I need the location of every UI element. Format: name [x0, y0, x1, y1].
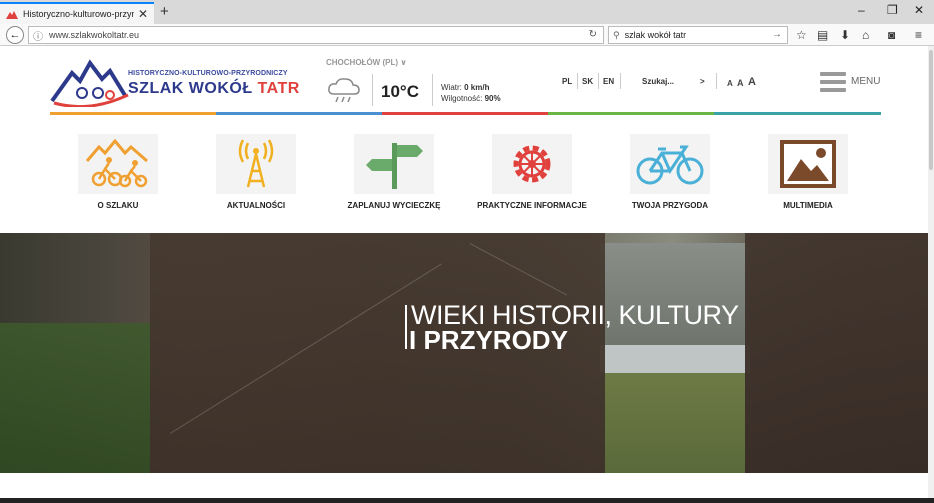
- restore-button[interactable]: ❐: [887, 3, 898, 17]
- reading-list-icon[interactable]: ▤: [817, 28, 828, 42]
- category-zaplanuj-wycieczke[interactable]: ZAPLANUJ WYCIECZKĘ: [348, 134, 440, 210]
- font-size-large-button[interactable]: A: [748, 76, 756, 88]
- category-label: MULTIMEDIA: [783, 201, 833, 210]
- hero-accent-bar: [405, 305, 407, 349]
- search-icon: ⚲: [613, 29, 620, 40]
- pocket-icon[interactable]: ◙: [888, 28, 895, 42]
- window-bottom-edge: [0, 498, 934, 503]
- font-size-medium-button[interactable]: A: [737, 78, 744, 88]
- humidity-info: Wilgotność: 90%: [441, 94, 501, 103]
- navigation-bar: ← ⓘ www.szlakwokoltatr.eu ↻ ⚲ szlak wokó…: [0, 24, 934, 46]
- logo-subtitle: HISTORYCZNO-KULTUROWO-PRZYRODNICZY: [128, 70, 288, 77]
- category-label: ZAPLANUJ WYCIECZKĘ: [347, 201, 441, 210]
- new-tab-button[interactable]: +: [160, 3, 169, 20]
- lang-en[interactable]: EN: [603, 77, 614, 86]
- site-search-button[interactable]: >: [700, 77, 705, 86]
- site-menu-button[interactable]: MENU: [851, 76, 880, 87]
- hamburger-menu-icon[interactable]: ≡: [915, 28, 922, 42]
- radio-tower-icon: [238, 139, 274, 188]
- back-button[interactable]: ←: [6, 26, 24, 44]
- weather-divider: [432, 74, 433, 106]
- tab-title: Historyczno-kulturowo-przyrodniczy: [23, 9, 134, 19]
- category-label: O SZLAKU: [97, 201, 139, 210]
- site-menu-icon[interactable]: [820, 72, 846, 92]
- home-icon[interactable]: ⌂: [862, 28, 869, 42]
- weather-location-dropdown[interactable]: CHOCHOŁÓW (PL) ∨: [326, 58, 407, 67]
- site-favicon-icon: [6, 11, 18, 19]
- close-window-button[interactable]: ✕: [914, 3, 924, 17]
- category-twoja-przygoda[interactable]: TWOJA PRZYGODA: [630, 134, 710, 210]
- browser-tab[interactable]: Historyczno-kulturowo-przyrodniczy ✕: [0, 2, 154, 24]
- header-color-stripe: [216, 112, 382, 115]
- weather-divider: [372, 74, 373, 106]
- download-icon[interactable]: ⬇: [840, 28, 850, 42]
- category-label: AKTUALNOŚCI: [226, 201, 286, 210]
- header-color-stripe: [382, 112, 548, 115]
- scrollbar-thumb[interactable]: [929, 50, 933, 170]
- temperature: 10°C: [381, 82, 419, 101]
- lang-divider: [577, 73, 578, 89]
- bookmark-star-icon[interactable]: ☆: [796, 28, 807, 42]
- category-o-szlaku[interactable]: O SZLAKU: [78, 134, 158, 210]
- category-aktualnosci[interactable]: AKTUALNOŚCI: [216, 134, 296, 210]
- category-label: TWOJA PRZYGODA: [631, 201, 709, 210]
- hero-title-line2: I PRZYRODY: [409, 325, 568, 355]
- category-praktyczne-informacje[interactable]: PRAKTYCZNE INFORMACJE: [477, 134, 587, 210]
- tab-bar: Historyczno-kulturowo-przyrodniczy ✕ + –…: [0, 0, 934, 24]
- browser-search-text: szlak wokół tatr: [624, 30, 687, 40]
- search-divider: [716, 73, 717, 89]
- info-icon[interactable]: ⓘ: [33, 28, 43, 43]
- lang-sk[interactable]: SK: [582, 77, 593, 86]
- category-multimedia[interactable]: MULTIMEDIA: [768, 134, 848, 210]
- reload-icon[interactable]: ↻: [589, 29, 597, 40]
- minimize-button[interactable]: –: [858, 3, 865, 17]
- page-scrollbar[interactable]: [928, 46, 934, 503]
- header-color-stripe: [714, 112, 881, 115]
- search-go-icon[interactable]: →: [772, 29, 782, 40]
- wind-info: Wiatr: 0 km/h: [441, 83, 490, 92]
- header-color-stripe: [548, 112, 714, 115]
- browser-window: Historyczno-kulturowo-przyrodniczy ✕ + –…: [0, 0, 934, 503]
- category-label: PRAKTYCZNE INFORMACJE: [477, 201, 587, 210]
- lang-divider: [598, 73, 599, 89]
- gear-icon: [513, 145, 551, 183]
- url-text: www.szlakwokoltatr.eu: [49, 30, 140, 40]
- cyclists-mountain-icon: [85, 139, 148, 188]
- signpost-icon: [366, 143, 423, 189]
- tab-close-icon[interactable]: ✕: [138, 7, 148, 21]
- font-size-small-button[interactable]: A: [727, 79, 733, 88]
- rain-cloud-icon: [328, 78, 360, 103]
- header-color-stripe: [50, 112, 216, 115]
- logo-title: SZLAK WOKÓŁ TATR: [128, 80, 300, 97]
- lang-pl[interactable]: PL: [562, 77, 572, 86]
- bicycle-icon: [636, 145, 704, 185]
- lang-divider: [620, 73, 621, 89]
- address-bar[interactable]: ⓘ www.szlakwokoltatr.eu ↻: [28, 26, 604, 44]
- picture-icon: [780, 140, 836, 188]
- browser-search-box[interactable]: ⚲ szlak wokół tatr →: [608, 26, 788, 44]
- site-search-input[interactable]: Szukaj...: [642, 77, 674, 86]
